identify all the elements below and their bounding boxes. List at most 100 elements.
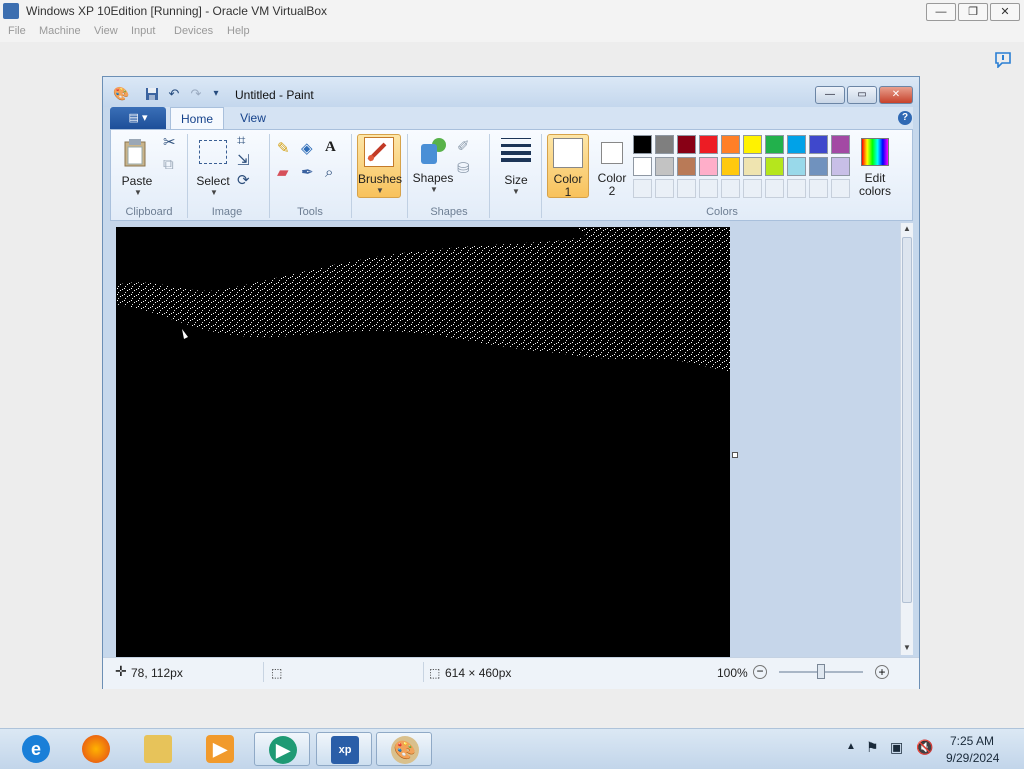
host-minimize-button[interactable]: — bbox=[926, 3, 956, 21]
palette-swatch[interactable] bbox=[699, 157, 718, 176]
cut-icon[interactable]: ✂ bbox=[163, 134, 176, 152]
scrollbar-thumb[interactable] bbox=[902, 237, 912, 603]
rotate-icon[interactable]: ⟳ bbox=[237, 172, 250, 190]
host-close-button[interactable]: ✕ bbox=[990, 3, 1020, 21]
palette-swatch[interactable] bbox=[655, 157, 674, 176]
undo-icon[interactable]: ↶ bbox=[167, 87, 181, 101]
palette-swatch[interactable] bbox=[765, 157, 784, 176]
canvas-resize-handle[interactable] bbox=[732, 452, 738, 458]
palette-swatch[interactable] bbox=[743, 135, 762, 154]
clock-time[interactable]: 7:25 AM bbox=[950, 734, 994, 748]
palette-swatch[interactable] bbox=[677, 157, 696, 176]
color-palette bbox=[633, 135, 855, 201]
text-icon[interactable]: A bbox=[325, 138, 336, 156]
palette-custom-slot[interactable] bbox=[809, 179, 828, 198]
taskbar-firefox[interactable] bbox=[68, 732, 124, 766]
taskbar-media-player[interactable]: ▶ bbox=[192, 732, 248, 766]
brushes-button[interactable]: Brushes ▼ bbox=[357, 134, 402, 198]
show-hidden-icons[interactable]: ▲ bbox=[846, 741, 856, 752]
zoom-out-button[interactable]: − bbox=[753, 665, 767, 679]
size-icon bbox=[501, 138, 531, 162]
color1-button[interactable]: Color 1 bbox=[547, 134, 589, 199]
fill-icon[interactable]: ◈ bbox=[301, 140, 313, 158]
menu-file[interactable]: File bbox=[8, 25, 26, 37]
shapes-button[interactable]: Shapes ▼ bbox=[411, 134, 455, 198]
menu-help[interactable]: Help bbox=[227, 25, 250, 37]
menu-devices[interactable]: Devices bbox=[174, 25, 213, 37]
menu-view[interactable]: View bbox=[94, 25, 118, 37]
network-icon[interactable]: ▣ bbox=[890, 739, 903, 756]
copy-icon[interactable]: ⧉ bbox=[163, 156, 174, 174]
select-button[interactable]: Select ▼ bbox=[193, 136, 233, 200]
outline-icon[interactable]: ✐ bbox=[457, 138, 470, 156]
fill-shape-icon[interactable]: ⛁ bbox=[457, 160, 470, 178]
taskbar-windows-xp[interactable]: xp bbox=[316, 732, 372, 766]
palette-swatch[interactable] bbox=[633, 135, 652, 154]
scroll-up-icon[interactable]: ▲ bbox=[903, 224, 911, 233]
palette-swatch[interactable] bbox=[809, 135, 828, 154]
vertical-scrollbar[interactable]: ▲ ▼ bbox=[900, 223, 913, 655]
canvas-size: 614 × 460px bbox=[445, 666, 512, 680]
volume-muted-icon[interactable]: 🔇 bbox=[916, 739, 933, 756]
color-picker-icon[interactable]: ✒ bbox=[301, 164, 314, 182]
palette-swatch[interactable] bbox=[633, 157, 652, 176]
palette-custom-slot[interactable] bbox=[655, 179, 674, 198]
palette-custom-slot[interactable] bbox=[633, 179, 652, 198]
palette-swatch[interactable] bbox=[831, 135, 850, 154]
paint-maximize-button[interactable]: ▭ bbox=[847, 86, 877, 104]
eraser-icon[interactable]: ▰ bbox=[277, 164, 289, 182]
redo-icon[interactable]: ↷ bbox=[189, 87, 203, 101]
taskbar-explorer[interactable] bbox=[130, 732, 186, 766]
pencil-icon[interactable]: ✎ bbox=[277, 140, 290, 158]
palette-swatch[interactable] bbox=[831, 157, 850, 176]
tab-home[interactable]: Home bbox=[170, 107, 224, 129]
size-button[interactable]: Size ▼ bbox=[497, 134, 535, 198]
menu-input[interactable]: Input bbox=[131, 25, 155, 37]
paint-minimize-button[interactable]: — bbox=[815, 86, 845, 104]
paint-close-button[interactable]: ✕ bbox=[879, 86, 913, 104]
palette-custom-slot[interactable] bbox=[743, 179, 762, 198]
help-icon[interactable]: ? bbox=[898, 111, 912, 125]
palette-swatch[interactable] bbox=[721, 135, 740, 154]
palette-custom-slot[interactable] bbox=[765, 179, 784, 198]
tab-view[interactable]: View bbox=[230, 107, 276, 129]
edit-colors-button[interactable]: Edit colors bbox=[855, 134, 895, 198]
taskbar-paint[interactable]: 🎨 bbox=[376, 732, 432, 766]
palette-swatch[interactable] bbox=[699, 135, 718, 154]
clock-date[interactable]: 9/29/2024 bbox=[946, 751, 999, 765]
magnifier-icon[interactable]: ⌕ bbox=[325, 164, 333, 182]
color2-button[interactable]: Color 2 bbox=[593, 134, 631, 198]
palette-swatch[interactable] bbox=[765, 135, 784, 154]
taskbar-app-1[interactable]: ▶ bbox=[254, 732, 310, 766]
host-restore-button[interactable]: ❐ bbox=[958, 3, 988, 21]
paint-menu-button[interactable]: ▤ ▾ bbox=[110, 107, 166, 129]
resize-icon[interactable]: ⇲ bbox=[237, 152, 250, 170]
zoom-slider-thumb[interactable] bbox=[817, 664, 825, 679]
notification-icon[interactable] bbox=[994, 52, 1012, 69]
taskbar-ie[interactable]: e bbox=[8, 732, 64, 766]
scroll-down-icon[interactable]: ▼ bbox=[903, 643, 911, 652]
palette-swatch[interactable] bbox=[809, 157, 828, 176]
save-icon[interactable] bbox=[145, 87, 159, 101]
menu-machine[interactable]: Machine bbox=[39, 25, 81, 37]
palette-swatch[interactable] bbox=[787, 135, 806, 154]
taskbar: e ▶ ▶ xp 🎨 ▲ ⚑ ▣ 🔇 7:25 AM 9/29/2024 bbox=[0, 728, 1024, 769]
palette-custom-slot[interactable] bbox=[721, 179, 740, 198]
customize-toolbar-icon[interactable]: ▾ bbox=[209, 87, 223, 101]
drawing-canvas[interactable] bbox=[116, 227, 730, 657]
ribbon: Paste ▼ ✂ ⧉ Clipboard Select ▼ ⌗ ⇲ ⟳ Ima… bbox=[110, 129, 913, 221]
palette-custom-slot[interactable] bbox=[831, 179, 850, 198]
crop-icon[interactable]: ⌗ bbox=[237, 132, 245, 150]
select-dropdown-icon: ▼ bbox=[210, 188, 218, 197]
palette-swatch[interactable] bbox=[743, 157, 762, 176]
palette-custom-slot[interactable] bbox=[677, 179, 696, 198]
paste-button[interactable]: Paste ▼ bbox=[117, 136, 157, 200]
palette-swatch[interactable] bbox=[655, 135, 674, 154]
zoom-in-button[interactable]: + bbox=[875, 665, 889, 679]
flag-icon[interactable]: ⚑ bbox=[866, 739, 879, 756]
palette-swatch[interactable] bbox=[721, 157, 740, 176]
palette-swatch[interactable] bbox=[677, 135, 696, 154]
palette-swatch[interactable] bbox=[787, 157, 806, 176]
palette-custom-slot[interactable] bbox=[699, 179, 718, 198]
palette-custom-slot[interactable] bbox=[787, 179, 806, 198]
